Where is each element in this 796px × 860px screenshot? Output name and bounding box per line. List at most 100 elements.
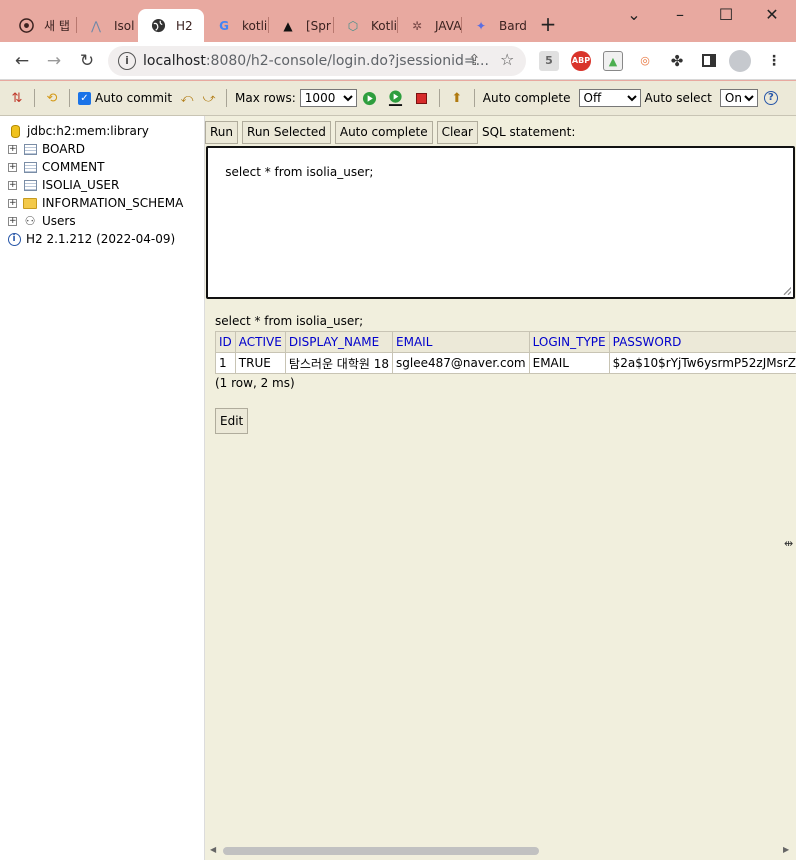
forward-icon[interactable]: →: [42, 49, 66, 73]
commit-icon[interactable]: ⤻: [200, 89, 218, 107]
query-panel: Run Run Selected Auto complete Clear SQL…: [205, 116, 796, 860]
disconnect-icon[interactable]: ⇅: [8, 89, 26, 107]
sql-statement-label: SQL statement:: [481, 125, 576, 139]
row-count-info: (1 row, 2 ms): [215, 376, 295, 390]
tab-bard[interactable]: ✦ Bard: [461, 9, 527, 42]
database-icon: [8, 124, 22, 138]
tree-connection[interactable]: jdbc:h2:mem:library: [0, 122, 204, 140]
edit-button[interactable]: Edit: [215, 408, 249, 434]
tab-label: H2: [176, 18, 193, 33]
auto-select-select[interactable]: On: [719, 89, 758, 107]
stop-icon[interactable]: [413, 89, 431, 107]
tree-item-board[interactable]: + BOARD: [0, 140, 204, 158]
back-icon[interactable]: ←: [10, 49, 34, 73]
refresh-icon[interactable]: ⟲: [43, 89, 61, 107]
expand-icon[interactable]: +: [8, 180, 17, 190]
tab-h2[interactable]: H2 ✕: [138, 9, 204, 42]
tool-extension-icon[interactable]: ◎: [635, 51, 655, 71]
tab-java[interactable]: ✲ JAVA: [397, 9, 461, 42]
history-icon[interactable]: ⬆: [448, 89, 466, 107]
address-bar[interactable]: i localhost:8080/h2-console/login.do?jse…: [108, 46, 526, 76]
run-selected-icon[interactable]: [387, 89, 405, 107]
reload-icon[interactable]: ↻: [75, 49, 99, 73]
resize-cursor-icon: ⇹: [784, 537, 794, 550]
tree-item-information-schema[interactable]: + INFORMATION_SCHEMA: [0, 194, 204, 212]
tree-item-users[interactable]: + ⚇ Users: [0, 212, 204, 230]
tree-version: i H2 2.1.212 (2022-04-09): [0, 230, 204, 248]
column-header[interactable]: DISPLAY_NAME: [284, 331, 394, 353]
expand-icon[interactable]: +: [8, 162, 17, 172]
scroll-right-icon[interactable]: ▶: [783, 845, 789, 854]
table-row: 1 TRUE 탐스러운 대학원 18 sglee487@naver.com EM…: [215, 352, 796, 374]
run-button[interactable]: Run: [205, 120, 239, 144]
column-header[interactable]: PASSWORD: [608, 331, 796, 353]
tab-label: Kotlin: [371, 18, 397, 33]
extensions-icon[interactable]: ✤: [667, 51, 687, 71]
checkbox-checked-icon[interactable]: ✓: [78, 91, 91, 105]
url-text: localhost:8080/h2-console/login.do?jsess…: [143, 53, 489, 69]
tab-isolia[interactable]: ⋀ Isolia: [76, 9, 134, 42]
column-header[interactable]: LOGIN_TYPE: [528, 331, 610, 353]
toolbar-separator: [226, 89, 228, 107]
tab-kotlin-search[interactable]: G kotlin: [204, 9, 268, 42]
tab-label: Bard: [499, 18, 527, 33]
browser-toolbar: ← → ↻ i localhost:8080/h2-console/login.…: [0, 42, 796, 80]
auto-complete-select[interactable]: Off: [578, 89, 641, 107]
max-rows-select[interactable]: 1000: [299, 89, 357, 107]
expand-icon[interactable]: +: [8, 198, 17, 208]
column-header[interactable]: EMAIL: [392, 331, 530, 353]
new-tab-button[interactable]: +: [538, 14, 558, 36]
tab-label: [Spri: [306, 18, 332, 33]
menu-kebab-icon[interactable]: ⋮: [764, 51, 784, 71]
bookmark-star-icon[interactable]: ☆: [500, 50, 514, 69]
share-icon[interactable]: ⇪: [468, 51, 481, 69]
auto-commit-label: Auto commit: [95, 91, 173, 105]
resize-handle[interactable]: [783, 287, 791, 295]
side-panel-icon[interactable]: [699, 51, 719, 71]
expand-icon[interactable]: +: [8, 216, 17, 226]
table-icon: [23, 142, 37, 156]
help-icon[interactable]: ?: [762, 89, 780, 107]
globe-icon: [150, 18, 166, 34]
tab-kotlin[interactable]: ⬡ Kotlin: [333, 9, 397, 42]
auto-commit-checkbox[interactable]: ✓ Auto commit: [78, 91, 172, 105]
chevron-down-icon[interactable]: ⌄: [624, 6, 644, 24]
toolbar-separator: [438, 89, 440, 107]
google-icon: G: [219, 18, 229, 33]
auto-complete-button[interactable]: Auto complete: [334, 120, 433, 144]
html5-extension-icon[interactable]: 5: [539, 51, 559, 71]
run-play-icon[interactable]: [361, 89, 379, 107]
table-cell: sglee487@naver.com: [392, 352, 530, 374]
maximize-icon[interactable]: ☐: [716, 6, 736, 24]
bard-icon: ✦: [475, 18, 487, 33]
clear-button[interactable]: Clear: [436, 120, 478, 144]
scrollbar-thumb[interactable]: [223, 847, 539, 855]
column-header[interactable]: ACTIVE: [234, 331, 286, 353]
minimize-icon[interactable]: –: [670, 6, 690, 24]
scroll-left-icon[interactable]: ◀: [210, 845, 216, 854]
tree-item-label: ISOLIA_USER: [42, 178, 120, 192]
result-query-text: select * from isolia_user;: [215, 314, 364, 328]
horizontal-scrollbar[interactable]: ◀ ▶: [205, 842, 796, 860]
tree-item-comment[interactable]: + COMMENT: [0, 158, 204, 176]
image-extension-icon[interactable]: ▲: [603, 51, 623, 71]
info-icon[interactable]: i: [118, 52, 136, 70]
expand-icon[interactable]: +: [8, 144, 17, 154]
tab-label: 새 탭: [44, 19, 70, 33]
table-cell: $2a$10$rYjTw6ysrmP52zJMsrZqL: [608, 352, 796, 374]
column-header[interactable]: ID: [215, 331, 236, 353]
tab-new-tab[interactable]: 새 탭: [6, 9, 74, 42]
window-close-icon[interactable]: ✕: [762, 6, 782, 24]
tab-spring[interactable]: ▲ [Spri: [268, 9, 332, 42]
toolbar-separator: [473, 89, 475, 107]
result-header-row: ID ACTIVE DISPLAY_NAME EMAIL LOGIN_TYPE …: [215, 331, 796, 353]
rollback-icon[interactable]: ⤺: [178, 89, 196, 107]
sql-editor[interactable]: select * from isolia_user;: [206, 146, 795, 299]
tree-item-isolia-user[interactable]: + ISOLIA_USER: [0, 176, 204, 194]
users-icon: ⚇: [24, 214, 36, 228]
chrome-icon: [18, 18, 34, 34]
adblock-extension-icon[interactable]: ABP: [571, 51, 591, 71]
profile-avatar-icon[interactable]: [729, 50, 751, 72]
table-cell: EMAIL: [528, 352, 610, 374]
run-selected-button[interactable]: Run Selected: [242, 120, 331, 144]
